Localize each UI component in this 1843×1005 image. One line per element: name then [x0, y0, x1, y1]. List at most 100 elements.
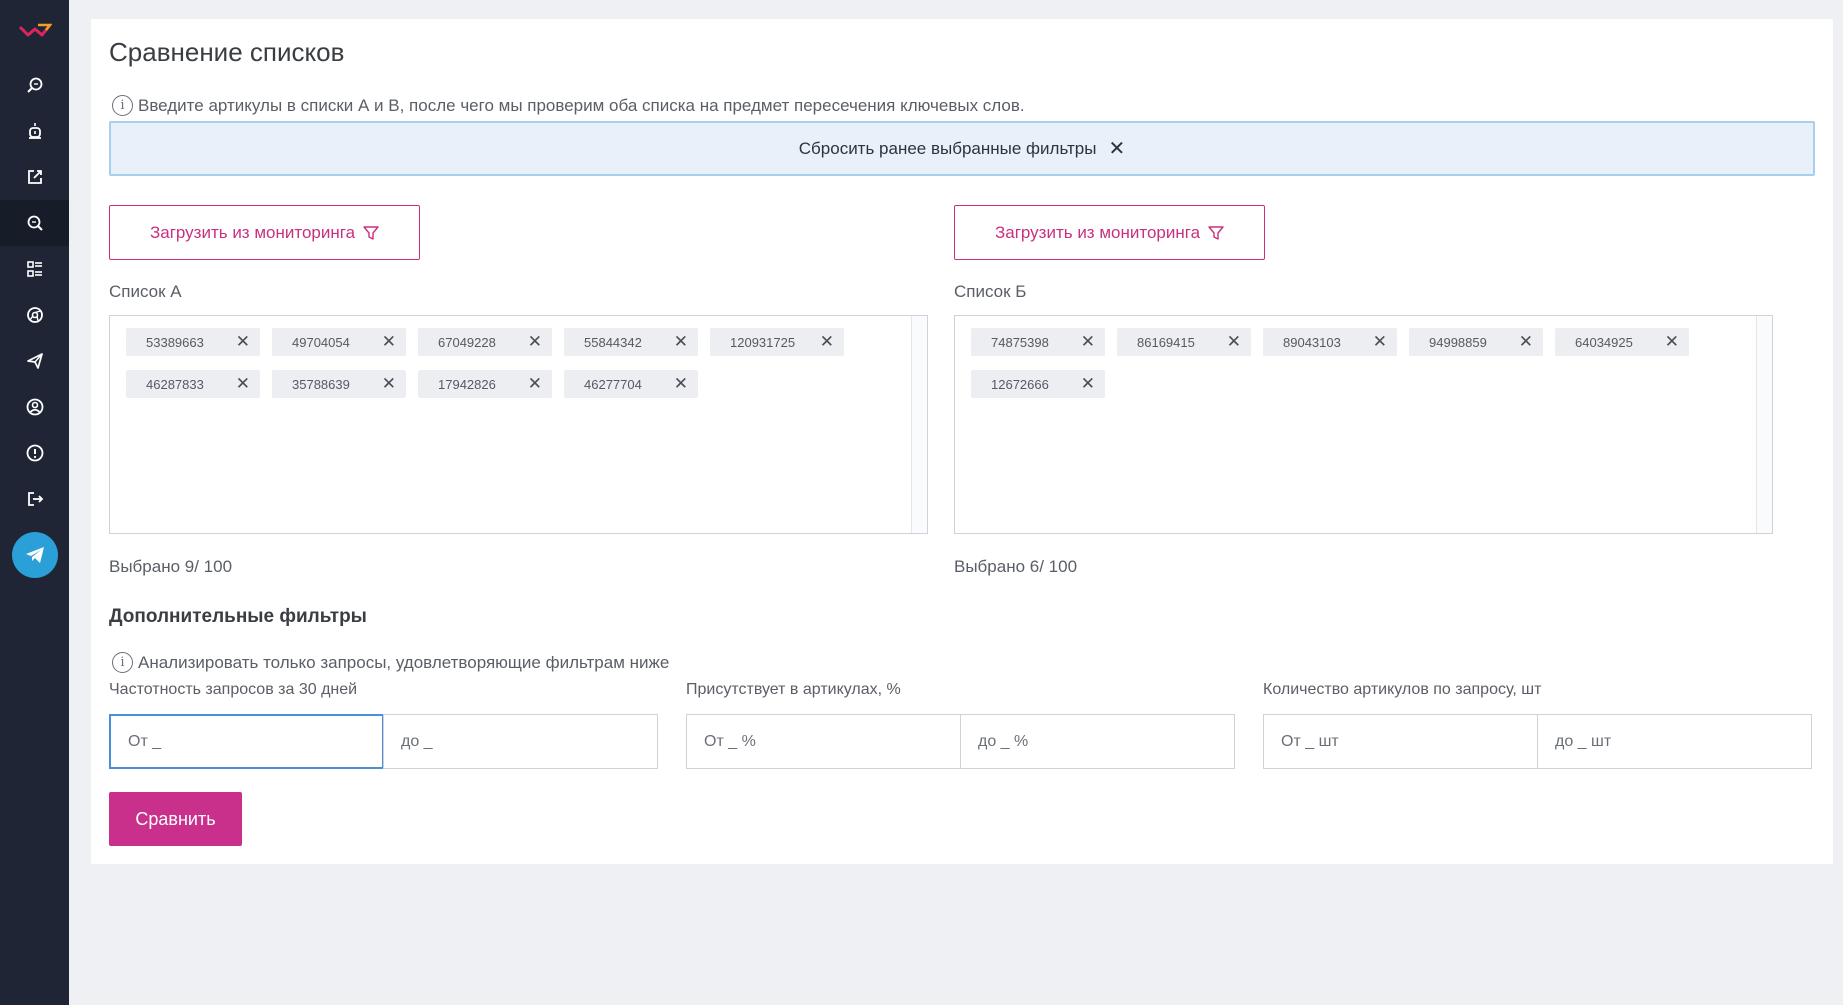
list-grid-icon: [26, 261, 42, 277]
remove-chip-icon[interactable]: ✕: [382, 374, 396, 394]
compare-search-icon: [27, 215, 43, 231]
sidebar-item-profile[interactable]: [0, 384, 69, 430]
list-b-label: Список Б: [954, 282, 1027, 301]
remove-chip-icon[interactable]: ✕: [528, 374, 542, 394]
sidebar-item-alarm[interactable]: [0, 108, 69, 154]
sidebar-item-send[interactable]: [0, 338, 69, 384]
chip-value: 74875398: [991, 334, 1049, 350]
list-a-counter: Выбрано 9/ 100: [109, 557, 233, 576]
chip-value: 120931725: [730, 334, 796, 350]
list-a-chips: 53389663 ✕ 49704054 ✕ 67049228 ✕ 55844342 ✕ 1209…: [126, 328, 866, 398]
list-chip: 12672666 ✕: [971, 370, 1105, 398]
edit-external-icon: [27, 170, 42, 184]
remove-chip-icon[interactable]: ✕: [820, 332, 834, 352]
chip-value: 49704054: [292, 334, 350, 350]
list-chip: 35788639 ✕: [272, 370, 406, 398]
compare-button[interactable]: Сравнить: [109, 792, 242, 846]
sidebar-item-logout[interactable]: [0, 476, 69, 522]
filters-hint-text: Анализировать только запросы, удовлетвор…: [138, 652, 670, 672]
list-chip: 55844342 ✕: [564, 328, 698, 356]
reset-filters-button[interactable]: Сбросить ранее выбранные фильтры ✕: [109, 121, 1815, 176]
count-to-input[interactable]: [1537, 714, 1812, 769]
count-from-input[interactable]: [1263, 714, 1538, 769]
chip-value: 67049228: [438, 334, 496, 350]
presence-to-input[interactable]: [960, 714, 1235, 769]
sidebar-item-list-grid[interactable]: [0, 246, 69, 292]
remove-chip-icon[interactable]: ✕: [1081, 374, 1095, 394]
close-icon: ✕: [1108, 138, 1126, 160]
remove-chip-icon[interactable]: ✕: [1227, 332, 1241, 352]
load-from-monitoring-a-label: Загрузить из мониторинга: [149, 222, 356, 242]
chip-value: 64034925: [1575, 334, 1633, 350]
logout-icon: [27, 492, 43, 506]
additional-filters-title: Дополнительные фильтры: [109, 606, 367, 627]
page-hint: i Введите артикулы в списки А и В, после…: [112, 95, 1025, 116]
info-icon: i: [112, 652, 133, 673]
load-from-monitoring-b-label: Загрузить из мониторинга: [994, 222, 1201, 242]
list-chip: 64034925 ✕: [1555, 328, 1689, 356]
chip-value: 55844342: [584, 334, 642, 350]
chip-value: 17942826: [438, 376, 496, 392]
list-a-box[interactable]: 53389663 ✕ 49704054 ✕ 67049228 ✕ 55844342 ✕ 1209…: [109, 315, 928, 534]
telegram-icon: [25, 547, 44, 563]
alert-circle-icon: [26, 444, 43, 462]
list-chip: 46287833 ✕: [126, 370, 260, 398]
remove-chip-icon[interactable]: ✕: [236, 374, 250, 394]
chip-value: 46287833: [146, 376, 204, 392]
sidebar-item-compare-lists[interactable]: [0, 200, 69, 246]
telegram-button[interactable]: [11, 532, 58, 578]
chip-value: 94998859: [1429, 334, 1487, 350]
list-a-scrollbar[interactable]: [911, 316, 927, 533]
presence-from-input[interactable]: [686, 714, 961, 769]
remove-chip-icon[interactable]: ✕: [674, 374, 688, 394]
chip-value: 89043103: [1283, 334, 1341, 350]
chip-value: 53389663: [146, 334, 204, 350]
page-title: Сравнение списков: [109, 37, 345, 67]
sidebar-item-keyword-search[interactable]: [0, 62, 69, 108]
remove-chip-icon[interactable]: ✕: [674, 332, 688, 352]
list-chip: 17942826 ✕: [418, 370, 552, 398]
list-chip: 89043103 ✕: [1263, 328, 1397, 356]
list-chip: 49704054 ✕: [272, 328, 406, 356]
list-chip: 86169415 ✕: [1117, 328, 1251, 356]
sidebar-item-chrome[interactable]: [0, 292, 69, 338]
chip-value: 12672666: [991, 376, 1049, 392]
remove-chip-icon[interactable]: ✕: [236, 332, 250, 352]
list-b-scrollbar[interactable]: [1756, 316, 1772, 533]
list-a-label: Список А: [109, 282, 182, 301]
page-hint-text: Введите артикулы в списки А и В, после ч…: [138, 95, 1025, 115]
remove-chip-icon[interactable]: ✕: [1665, 332, 1679, 352]
sidebar: [0, 0, 69, 1005]
alarm-icon: [28, 123, 41, 139]
list-chip: 67049228 ✕: [418, 328, 552, 356]
list-chip: 53389663 ✕: [126, 328, 260, 356]
count-label: Количество артикулов по запросу, шт: [1263, 681, 1542, 698]
list-chip: 120931725 ✕: [710, 328, 844, 356]
remove-chip-icon[interactable]: ✕: [528, 332, 542, 352]
list-b-box[interactable]: 74875398 ✕ 86169415 ✕ 89043103 ✕ 94998859 ✕ 6403…: [954, 315, 1773, 534]
logo-icon[interactable]: [0, 0, 69, 62]
list-b-chips: 74875398 ✕ 86169415 ✕ 89043103 ✕ 94998859 ✕ 6403…: [971, 328, 1711, 398]
frequency-to-input[interactable]: [383, 714, 658, 769]
chrome-icon: [26, 307, 43, 323]
remove-chip-icon[interactable]: ✕: [1519, 332, 1533, 352]
load-from-monitoring-a-button[interactable]: Загрузить из мониторинга: [109, 205, 420, 260]
sidebar-item-info[interactable]: [0, 430, 69, 476]
list-chip: 94998859 ✕: [1409, 328, 1543, 356]
load-from-monitoring-b-button[interactable]: Загрузить из мониторинга: [954, 205, 1265, 260]
remove-chip-icon[interactable]: ✕: [382, 332, 396, 352]
chip-value: 86169415: [1137, 334, 1195, 350]
sidebar-item-external-edit[interactable]: [0, 154, 69, 200]
compare-lists-card: Сравнение списков i Введите артикулы в с…: [91, 19, 1833, 864]
filters-hint: i Анализировать только запросы, удовлетв…: [112, 652, 669, 673]
remove-chip-icon[interactable]: ✕: [1373, 332, 1387, 352]
filter-icon: [1208, 225, 1224, 240]
frequency-from-input[interactable]: [109, 714, 384, 769]
send-icon: [26, 353, 43, 369]
info-icon: i: [112, 95, 133, 116]
list-chip: 74875398 ✕: [971, 328, 1105, 356]
list-chip: 46277704 ✕: [564, 370, 698, 398]
presence-label: Присутствует в артикулах, %: [686, 681, 901, 698]
remove-chip-icon[interactable]: ✕: [1081, 332, 1095, 352]
user-circle-icon: [26, 398, 43, 416]
